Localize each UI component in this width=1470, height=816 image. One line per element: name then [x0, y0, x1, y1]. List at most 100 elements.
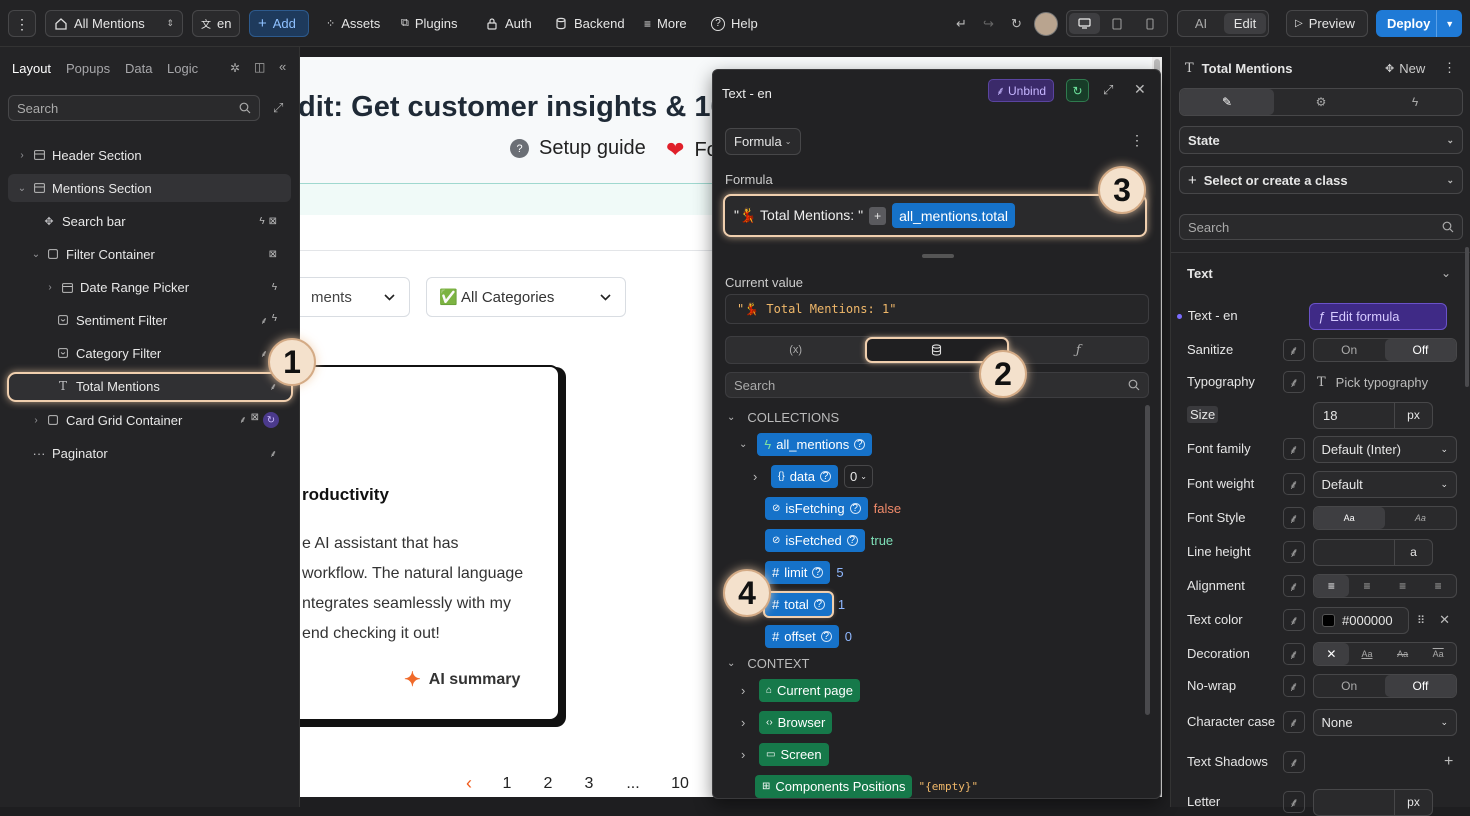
context-screen[interactable]: › ▭ Screen: [741, 743, 829, 766]
context-current-page[interactable]: › ⌂ Current page: [741, 679, 860, 702]
browser-pill[interactable]: ‹› Browser: [759, 711, 833, 734]
context-header[interactable]: ⌄ CONTEXT: [727, 656, 810, 671]
field-isfetched[interactable]: ⊘ isFetched ? true: [765, 529, 893, 552]
tablet-view-button[interactable]: [1102, 13, 1133, 34]
text-color-input[interactable]: #000000: [1313, 606, 1409, 634]
drag-handle-icon[interactable]: ⠿: [1417, 614, 1425, 627]
bolt-icon[interactable]: ϟ: [272, 282, 277, 293]
underline-icon[interactable]: Aa: [1349, 643, 1385, 665]
overline-icon[interactable]: Aa: [1420, 643, 1456, 665]
unlink-icon[interactable]: ⸙: [239, 412, 247, 428]
line-height-input[interactable]: a: [1313, 538, 1433, 566]
tree-item-date-range-picker[interactable]: › Date Range Picker ϟ: [8, 273, 291, 301]
prev-page-icon[interactable]: ‹: [450, 773, 488, 794]
mobile-view-button[interactable]: [1134, 13, 1165, 34]
letter-spacing-input[interactable]: px: [1313, 788, 1433, 816]
more-vertical-icon[interactable]: ⋮: [1130, 132, 1144, 149]
bind-button[interactable]: ⸙: [1282, 575, 1305, 597]
tab-popups[interactable]: Popups: [66, 61, 110, 76]
chevron-down-icon[interactable]: ⌄: [16, 183, 28, 194]
font-family-select[interactable]: Default (Inter) ⌄: [1312, 435, 1458, 463]
tree-item-paginator[interactable]: ··· Paginator ⸙: [8, 439, 291, 467]
style-tab[interactable]: ✎: [1180, 89, 1274, 115]
mention-card[interactable]: roductivity e AI assistant that has work…: [300, 365, 560, 721]
tree-item-filter-container[interactable]: ⌄ Filter Container ⊠: [8, 240, 291, 268]
character-case-select[interactable]: None ⌄: [1312, 708, 1458, 736]
field-data[interactable]: › {} data ? 0 ⌄: [753, 465, 873, 488]
mode-select[interactable]: Formula ⌄: [725, 128, 801, 155]
size-input[interactable]: 18 px: [1313, 401, 1433, 429]
toggle-off[interactable]: Off: [1384, 339, 1456, 361]
align-justify-icon[interactable]: ≡: [1420, 575, 1456, 597]
more-button[interactable]: ≡ More: [636, 10, 695, 37]
font-weight-select[interactable]: Default ⌄: [1312, 470, 1458, 498]
preview-button[interactable]: ▷ Preview: [1286, 10, 1368, 37]
props-search-input[interactable]: Search: [1179, 214, 1463, 240]
tree-item-category-filter[interactable]: Category Filter ⸙ϟ: [8, 339, 291, 367]
avatar[interactable]: [1034, 12, 1058, 36]
variables-tab[interactable]: (x): [726, 337, 865, 363]
total-pill[interactable]: # total ?: [763, 591, 834, 618]
collapse-panel-icon[interactable]: «: [279, 59, 286, 74]
field-offset[interactable]: # offset ? 0: [765, 625, 852, 648]
letter-spacing-unit[interactable]: px: [1394, 789, 1432, 815]
chevron-down-icon[interactable]: ▼: [1436, 10, 1462, 37]
alignment-toggle[interactable]: ≡ ≡ ≡ ≡: [1312, 574, 1457, 598]
current-page-pill[interactable]: ⌂ Current page: [759, 679, 860, 702]
expand-icon[interactable]: ⤢: [1103, 82, 1113, 98]
bind-button[interactable]: ⸙: [1283, 751, 1305, 773]
sentiment-filter-select[interactable]: ments: [300, 277, 410, 317]
field-limit[interactable]: # limit ? 5: [765, 561, 844, 584]
line-height-unit[interactable]: a: [1394, 539, 1432, 565]
resize-handle[interactable]: [922, 254, 954, 258]
screen-pill[interactable]: ▭ Screen: [759, 743, 829, 766]
bind-button[interactable]: ⸙: [1283, 371, 1305, 393]
chevron-down-icon[interactable]: ⌄: [30, 249, 42, 260]
data-scrollbar[interactable]: [1145, 405, 1150, 715]
tree-item-search-bar[interactable]: ✥ Search bar ϟ ⊠: [8, 207, 291, 235]
tree-item-mentions-section[interactable]: ⌄ Mentions Section: [8, 174, 291, 202]
new-button[interactable]: ✥ New: [1385, 61, 1425, 76]
align-left-icon[interactable]: ≡: [1313, 575, 1350, 597]
formula-editor[interactable]: "💃 Total Mentions: " + all_mentions.tota…: [723, 194, 1147, 237]
page-select[interactable]: All Mentions ⇕: [45, 10, 183, 37]
context-components-positions[interactable]: ⊞ Components Positions "{empty}": [755, 775, 978, 798]
follow-link[interactable]: ❤ Fo: [666, 137, 718, 163]
chevron-down-icon[interactable]: ⌄: [1441, 266, 1451, 280]
all-mentions-pill[interactable]: ϟ all_mentions ?: [757, 433, 873, 456]
assets-button[interactable]: ⁘ Assets: [318, 10, 388, 37]
chevron-right-icon[interactable]: ›: [44, 282, 56, 293]
index-select[interactable]: 0 ⌄: [844, 465, 873, 488]
desktop-view-button[interactable]: [1069, 13, 1100, 34]
isfetching-pill[interactable]: ⊘ isFetching ?: [765, 497, 868, 520]
edit-mode-button[interactable]: Edit: [1224, 13, 1266, 34]
isfetched-pill[interactable]: ⊘ isFetched ?: [765, 529, 865, 552]
add-button[interactable]: + Add: [249, 10, 309, 37]
binding-icon[interactable]: ⊠: [269, 249, 277, 260]
nowrap-toggle[interactable]: On Off: [1312, 674, 1457, 698]
workflow-tab[interactable]: ϟ: [1368, 89, 1462, 115]
bind-button[interactable]: ⸙: [1283, 791, 1305, 813]
bind-button[interactable]: ⸙: [1282, 643, 1305, 665]
align-center-icon[interactable]: ≡: [1349, 575, 1385, 597]
backend-button[interactable]: Backend: [546, 10, 633, 37]
formula-variable-token[interactable]: all_mentions.total: [892, 203, 1016, 228]
offset-pill[interactable]: # offset ?: [765, 625, 839, 648]
tree-item-sentiment-filter[interactable]: Sentiment Filter ⸙ ϟ: [8, 306, 291, 334]
bind-button[interactable]: ⸙: [1282, 438, 1305, 460]
data-search-input[interactable]: Search: [725, 372, 1149, 398]
typography-picker[interactable]: T Pick typography: [1313, 375, 1428, 390]
bind-button[interactable]: ⸙: [1282, 507, 1305, 529]
page-number[interactable]: 3: [570, 775, 608, 793]
close-icon[interactable]: ✕: [1134, 81, 1146, 98]
bind-button[interactable]: ⸙: [1282, 711, 1305, 733]
page-number[interactable]: 1: [488, 775, 526, 793]
language-button[interactable]: 文 en: [192, 10, 240, 37]
normal-style-icon[interactable]: Aa: [1313, 507, 1385, 529]
components-positions-pill[interactable]: ⊞ Components Positions: [755, 775, 913, 798]
settings-tab[interactable]: ⚙: [1274, 89, 1368, 115]
collection-all-mentions[interactable]: ⌄ ϟ all_mentions ?: [739, 433, 873, 456]
page-number[interactable]: 2: [526, 775, 570, 793]
ai-mode-button[interactable]: AI: [1180, 13, 1222, 34]
refresh-button[interactable]: ↻: [1003, 10, 1030, 37]
